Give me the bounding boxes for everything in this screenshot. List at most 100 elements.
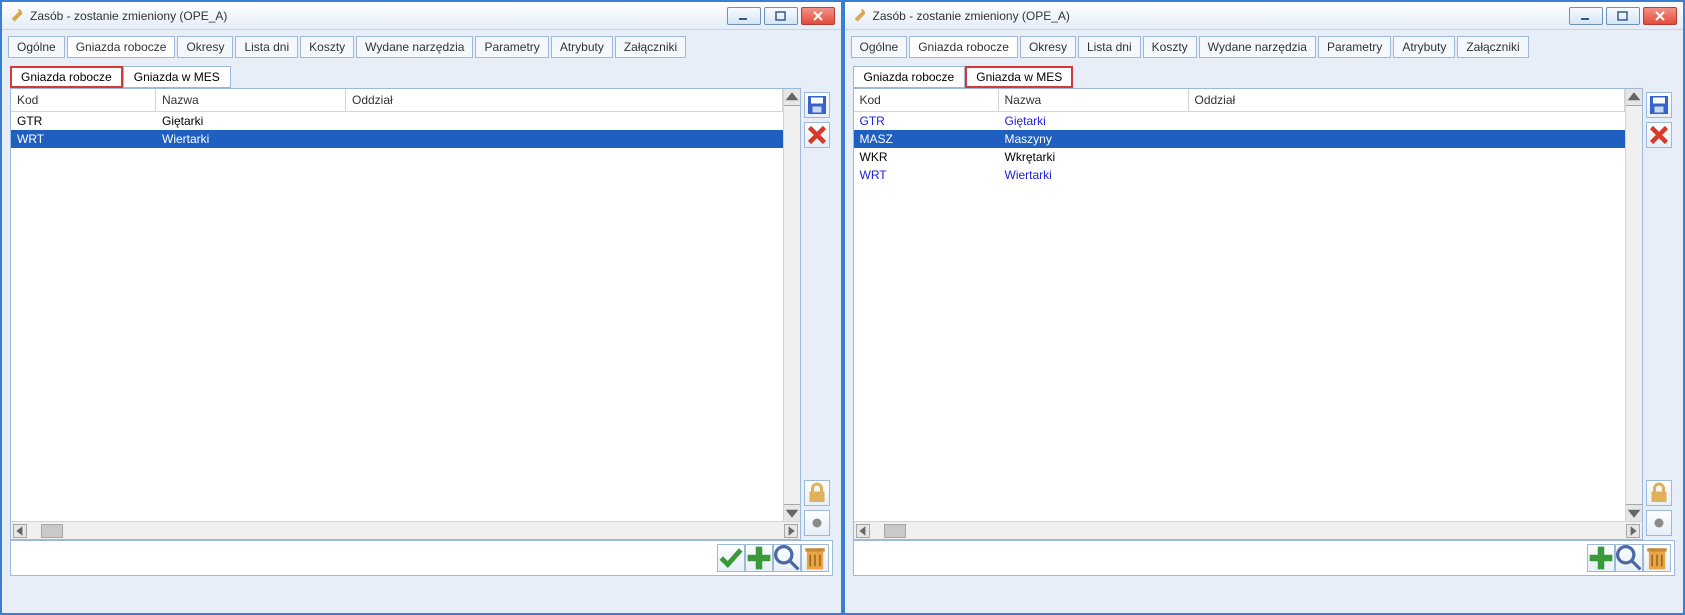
cell-oddzial [1189, 112, 1626, 130]
cell-kod: WRT [11, 130, 156, 148]
close-button[interactable] [801, 7, 835, 25]
cell-oddzial [1189, 166, 1626, 184]
scroll-right-icon[interactable] [1626, 524, 1640, 538]
add-button[interactable] [1587, 544, 1615, 572]
more-button[interactable] [1646, 510, 1672, 536]
delete-button[interactable] [804, 122, 830, 148]
tab-lista-dni[interactable]: Lista dni [1078, 36, 1141, 58]
wrench-icon [8, 8, 24, 24]
tab-załączniki[interactable]: Załączniki [615, 36, 686, 58]
scroll-up-icon[interactable] [784, 89, 800, 106]
scroll-left-icon[interactable] [856, 524, 870, 538]
minimize-button[interactable] [1569, 7, 1603, 25]
tab-atrybuty[interactable]: Atrybuty [551, 36, 613, 58]
wrench-icon [851, 8, 867, 24]
cell-nazwa: Wiertarki [999, 166, 1189, 184]
scroll-thumb[interactable] [884, 524, 906, 538]
titlebar: Zasób - zostanie zmieniony (OPE_A) [2, 2, 841, 30]
footer-toolbar [853, 540, 1676, 576]
window-title: Zasób - zostanie zmieniony (OPE_A) [873, 9, 1570, 23]
subtab-gniazda-w-mes[interactable]: Gniazda w MES [965, 66, 1073, 88]
cell-oddzial [346, 130, 783, 148]
tab-ogólne[interactable]: Ogólne [851, 36, 908, 58]
scroll-left-icon[interactable] [13, 524, 27, 538]
trash-button[interactable] [1643, 544, 1671, 572]
tab-gniazda-robocze[interactable]: Gniazda robocze [909, 36, 1018, 58]
scroll-thumb[interactable] [41, 524, 63, 538]
cell-oddzial [1189, 130, 1626, 148]
table-row[interactable]: WRTWiertarki [11, 130, 783, 148]
tab-gniazda-robocze[interactable]: Gniazda robocze [67, 36, 176, 58]
cell-oddzial [346, 112, 783, 130]
tab-parametry[interactable]: Parametry [1318, 36, 1391, 58]
tab-wydane-narzędzia[interactable]: Wydane narzędzia [356, 36, 473, 58]
tab-atrybuty[interactable]: Atrybuty [1393, 36, 1455, 58]
cell-nazwa: Maszyny [999, 130, 1189, 148]
lock-button[interactable] [804, 480, 830, 506]
cell-kod: WRT [854, 166, 999, 184]
grid: KodNazwaOddziałGTRGiętarkiMASZMaszynyWKR… [853, 88, 1644, 540]
close-button[interactable] [1643, 7, 1677, 25]
add-button[interactable] [745, 544, 773, 572]
tab-parametry[interactable]: Parametry [475, 36, 548, 58]
tab-koszty[interactable]: Koszty [300, 36, 354, 58]
subtab-gniazda-w-mes[interactable]: Gniazda w MES [123, 66, 231, 88]
cell-kod: WKR [854, 148, 999, 166]
tab-wydane-narzędzia[interactable]: Wydane narzędzia [1199, 36, 1316, 58]
main-tabs: OgólneGniazda roboczeOkresyLista dniKosz… [2, 30, 841, 58]
footer-toolbar [10, 540, 833, 576]
maximize-button[interactable] [1606, 7, 1640, 25]
grid: KodNazwaOddziałGTRGiętarkiWRTWiertarki [10, 88, 801, 540]
cell-nazwa: Wkrętarki [999, 148, 1189, 166]
tab-ogólne[interactable]: Ogólne [8, 36, 65, 58]
table-row[interactable]: WRTWiertarki [854, 166, 1626, 184]
cell-nazwa: Wiertarki [156, 130, 346, 148]
column-header-oddzial[interactable]: Oddział [1189, 89, 1626, 111]
cell-kod: GTR [11, 112, 156, 130]
confirm-button[interactable] [717, 544, 745, 572]
tab-załączniki[interactable]: Załączniki [1457, 36, 1528, 58]
table-row[interactable]: GTRGiętarki [11, 112, 783, 130]
main-tabs: OgólneGniazda roboczeOkresyLista dniKosz… [845, 30, 1684, 58]
column-header-kod[interactable]: Kod [854, 89, 999, 111]
table-row[interactable]: GTRGiętarki [854, 112, 1626, 130]
scroll-up-icon[interactable] [1626, 89, 1642, 106]
column-header-oddzial[interactable]: Oddział [346, 89, 783, 111]
save-button[interactable] [1646, 92, 1672, 118]
horizontal-scrollbar[interactable] [11, 521, 800, 539]
column-header-nazwa[interactable]: Nazwa [156, 89, 346, 111]
tab-okresy[interactable]: Okresy [1020, 36, 1076, 58]
scroll-right-icon[interactable] [784, 524, 798, 538]
cell-nazwa: Giętarki [156, 112, 346, 130]
side-toolbar [1643, 88, 1675, 540]
side-toolbar [801, 88, 833, 540]
search-button[interactable] [773, 544, 801, 572]
trash-button[interactable] [801, 544, 829, 572]
table-row[interactable]: WKRWkrętarki [854, 148, 1626, 166]
lock-button[interactable] [1646, 480, 1672, 506]
column-header-kod[interactable]: Kod [11, 89, 156, 111]
tab-lista-dni[interactable]: Lista dni [235, 36, 298, 58]
cell-kod: GTR [854, 112, 999, 130]
delete-button[interactable] [1646, 122, 1672, 148]
maximize-button[interactable] [764, 7, 798, 25]
minimize-button[interactable] [727, 7, 761, 25]
horizontal-scrollbar[interactable] [854, 521, 1643, 539]
titlebar: Zasób - zostanie zmieniony (OPE_A) [845, 2, 1684, 30]
column-header-nazwa[interactable]: Nazwa [999, 89, 1189, 111]
cell-oddzial [1189, 148, 1626, 166]
cell-nazwa: Giętarki [999, 112, 1189, 130]
sub-tabs: Gniazda roboczeGniazda w MES [10, 66, 833, 88]
sub-tabs: Gniazda roboczeGniazda w MES [853, 66, 1676, 88]
table-row[interactable]: MASZMaszyny [854, 130, 1626, 148]
tab-okresy[interactable]: Okresy [177, 36, 233, 58]
scroll-down-icon[interactable] [784, 504, 800, 521]
tab-koszty[interactable]: Koszty [1143, 36, 1197, 58]
scroll-down-icon[interactable] [1626, 504, 1642, 521]
more-button[interactable] [804, 510, 830, 536]
window-title: Zasób - zostanie zmieniony (OPE_A) [30, 9, 727, 23]
search-button[interactable] [1615, 544, 1643, 572]
save-button[interactable] [804, 92, 830, 118]
subtab-gniazda-robocze[interactable]: Gniazda robocze [10, 66, 123, 88]
subtab-gniazda-robocze[interactable]: Gniazda robocze [853, 66, 966, 88]
